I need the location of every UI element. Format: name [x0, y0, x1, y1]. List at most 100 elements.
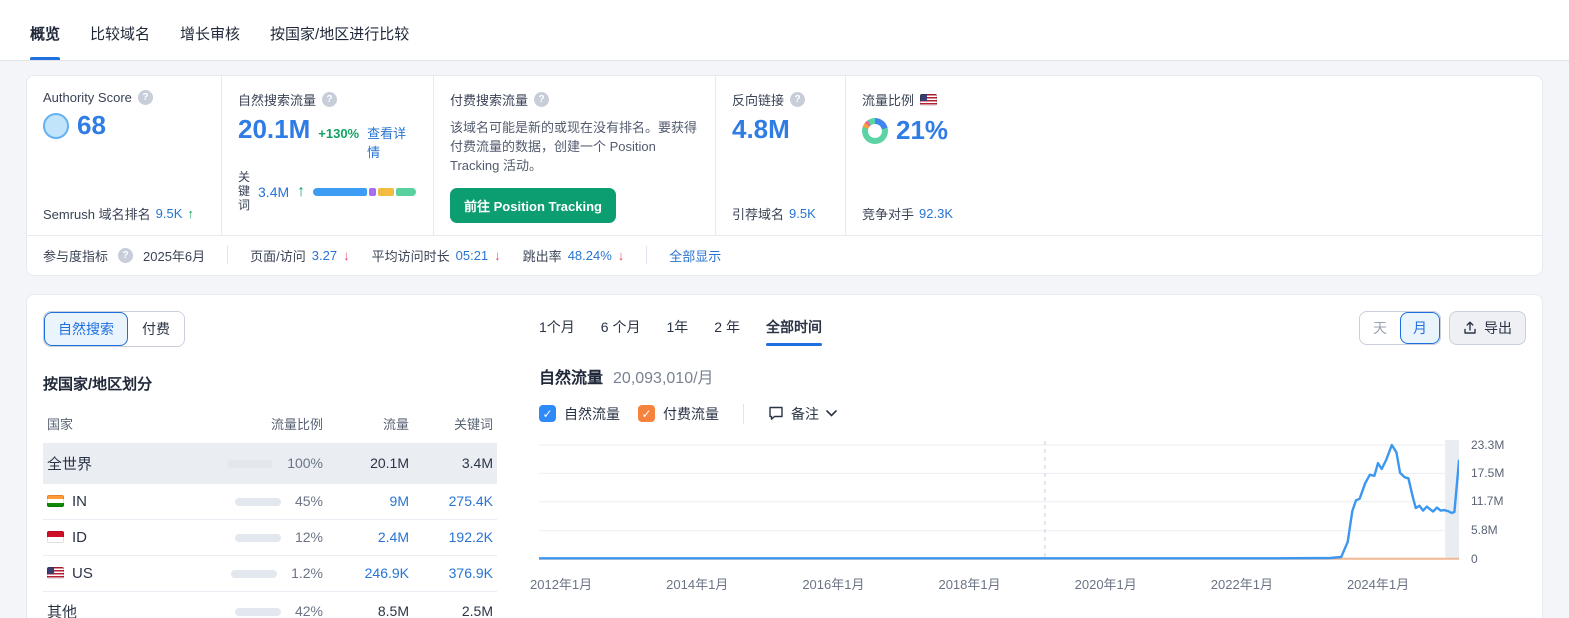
keywords-value: 2.5M	[462, 603, 493, 618]
keyword-bar-segment	[313, 188, 367, 196]
traffic-detail-card: 自然搜索 付费 按国家/地区划分 国家 流量比例 流量 关键词 全世界100%2…	[26, 294, 1543, 618]
engagement-period: 2025年6月	[143, 246, 205, 265]
range-tab-1m[interactable]: 1个月	[539, 311, 575, 346]
semrush-rank-value[interactable]: 9.5K	[156, 206, 183, 221]
countries-table: 国家 流量比例 流量 关键词 全世界100%20.1M3.4MIN45%9M27…	[43, 408, 497, 618]
organic-checkbox[interactable]: ✓	[539, 405, 556, 422]
traffic-value[interactable]: 246.9K	[365, 565, 409, 581]
top-tab-bar: 概览 比较域名 增长审核 按国家/地区进行比较	[0, 0, 1569, 61]
range-tab-2y[interactable]: 2 年	[714, 311, 740, 346]
bounce-rate-value: 48.24%	[568, 248, 612, 263]
competitors-label: 竞争对手	[862, 204, 914, 223]
country-name: US	[72, 565, 93, 582]
x-axis-label: 2012年1月	[530, 574, 592, 593]
chart-pane: 1个月 6 个月 1年 2 年 全部时间 天 月	[513, 311, 1526, 618]
down-arrow-icon: ↓	[618, 248, 625, 263]
position-tracking-button[interactable]: 前往 Position Tracking	[450, 188, 616, 223]
organic-toggle-button[interactable]: 自然搜索	[44, 312, 128, 346]
keyword-intent-bar[interactable]	[313, 188, 417, 196]
referring-domains-value[interactable]: 9.5K	[789, 206, 816, 221]
x-axis-label: 2014年1月	[666, 574, 728, 593]
granularity-day-button[interactable]: 天	[1360, 312, 1400, 344]
share-value: 12%	[295, 529, 323, 545]
divider	[646, 246, 647, 264]
export-label: 导出	[1484, 318, 1512, 338]
up-arrow-icon: ↑	[187, 206, 194, 221]
backlinks-block: 反向链接 ? 4.8M 引荐域名 9.5K	[715, 76, 845, 235]
paid-toggle-button[interactable]: 付费	[128, 312, 184, 346]
traffic-value[interactable]: 9M	[390, 493, 409, 509]
col-keywords: 关键词	[413, 408, 497, 444]
country-row[interactable]: 其他42%8.5M2.5M	[43, 591, 497, 618]
competitors-value[interactable]: 92.3K	[919, 206, 953, 221]
avg-visit-duration-value: 05:21	[456, 248, 489, 263]
info-icon[interactable]: ?	[138, 90, 153, 105]
us-flag-icon	[920, 94, 937, 106]
range-tab-6m[interactable]: 6 个月	[601, 311, 641, 346]
info-icon[interactable]: ?	[118, 248, 133, 263]
country-name: 全世界	[47, 453, 92, 474]
keywords-value[interactable]: 192.2K	[449, 529, 493, 545]
keywords-value[interactable]: 3.4M	[258, 184, 289, 200]
share-value: 45%	[295, 493, 323, 509]
country-row[interactable]: US1.2%246.9K376.9K	[43, 555, 497, 591]
keyword-bar-segment	[396, 188, 416, 196]
id-flag-icon	[47, 531, 64, 543]
tab-compare-by-country[interactable]: 按国家/地区进行比较	[270, 5, 409, 60]
organic-traffic-change: +130%	[318, 126, 359, 141]
view-details-link[interactable]: 查看详情	[367, 123, 417, 161]
tab-overview[interactable]: 概览	[30, 5, 60, 60]
keywords-value[interactable]: 376.9K	[449, 565, 493, 581]
share-value: 42%	[295, 603, 323, 618]
info-icon[interactable]: ?	[322, 92, 337, 107]
col-traffic: 流量	[327, 408, 413, 444]
legend-organic[interactable]: ✓ 自然流量	[539, 404, 620, 424]
tab-growth-audit[interactable]: 增长审核	[180, 5, 240, 60]
share-bar	[235, 498, 281, 506]
traffic-share-block: 流量比例 21% 竞争对手 92.3K	[845, 76, 1542, 235]
export-icon	[1463, 321, 1477, 335]
backlinks-label: 反向链接	[732, 90, 784, 109]
traffic-value[interactable]: 2.4M	[378, 529, 409, 545]
x-axis-label: 2018年1月	[938, 574, 1000, 593]
y-axis-label: 17.5M	[1471, 466, 1504, 480]
referring-domains-label: 引荐域名	[732, 204, 784, 223]
share-bar	[231, 570, 277, 578]
engagement-label: 参与度指标	[43, 246, 108, 265]
current-month-band	[1445, 440, 1459, 559]
export-button[interactable]: 导出	[1449, 311, 1526, 345]
share-bar	[235, 534, 281, 542]
range-tab-1y[interactable]: 1年	[666, 311, 688, 346]
country-row[interactable]: 全世界100%20.1M3.4M	[43, 443, 497, 483]
share-bar	[227, 460, 273, 468]
paid-traffic-description: 该域名可能是新的或现在没有排名。要获得付费流量的数据，创建一个 Position…	[450, 119, 700, 176]
tab-compare-domains[interactable]: 比较域名	[90, 5, 150, 60]
granularity-month-button[interactable]: 月	[1400, 312, 1440, 344]
country-row[interactable]: IN45%9M275.4K	[43, 483, 497, 519]
traffic-chart[interactable]: 23.3M17.5M11.7M5.8M02012年1月2014年1月2016年1…	[539, 438, 1526, 598]
search-type-toggle: 自然搜索 付费	[43, 311, 185, 347]
y-axis-label: 5.8M	[1471, 523, 1498, 537]
y-axis-label: 11.7M	[1471, 494, 1503, 508]
country-row[interactable]: ID12%2.4M192.2K	[43, 519, 497, 555]
paid-traffic-block: 付费搜索流量 ? 该域名可能是新的或现在没有排名。要获得付费流量的数据，创建一个…	[433, 76, 715, 235]
range-tab-all-time[interactable]: 全部时间	[766, 311, 822, 346]
paid-checkbox[interactable]: ✓	[638, 405, 655, 422]
share-value: 100%	[287, 455, 323, 471]
keyword-bar-segment	[378, 188, 394, 196]
authority-score-value: 68	[77, 111, 106, 141]
engagement-bar: 参与度指标 ? 2025年6月 页面/访问 3.27 ↓ 平均访问时长 05:2…	[27, 235, 1542, 275]
range-tabs: 1个月 6 个月 1年 2 年 全部时间	[539, 311, 822, 346]
info-icon[interactable]: ?	[790, 92, 805, 107]
keyword-bar-segment	[369, 188, 376, 196]
organic-traffic-value: 20.1M	[238, 115, 310, 145]
y-axis-label: 0	[1471, 552, 1478, 566]
overview-metrics-card: Authority Score ? 68 Semrush 域名排名 9.5K ↑…	[26, 75, 1543, 276]
notes-control[interactable]: 备注	[768, 404, 837, 424]
legend-paid[interactable]: ✓ 付费流量	[638, 404, 719, 424]
keywords-value[interactable]: 275.4K	[449, 493, 493, 509]
show-all-link[interactable]: 全部显示	[669, 246, 721, 265]
organic-traffic-block: 自然搜索流量 ? 20.1M +130% 查看详情 关 键 词 3.4M ↑	[221, 76, 433, 235]
authority-gauge-icon	[43, 113, 69, 139]
info-icon[interactable]: ?	[534, 92, 549, 107]
